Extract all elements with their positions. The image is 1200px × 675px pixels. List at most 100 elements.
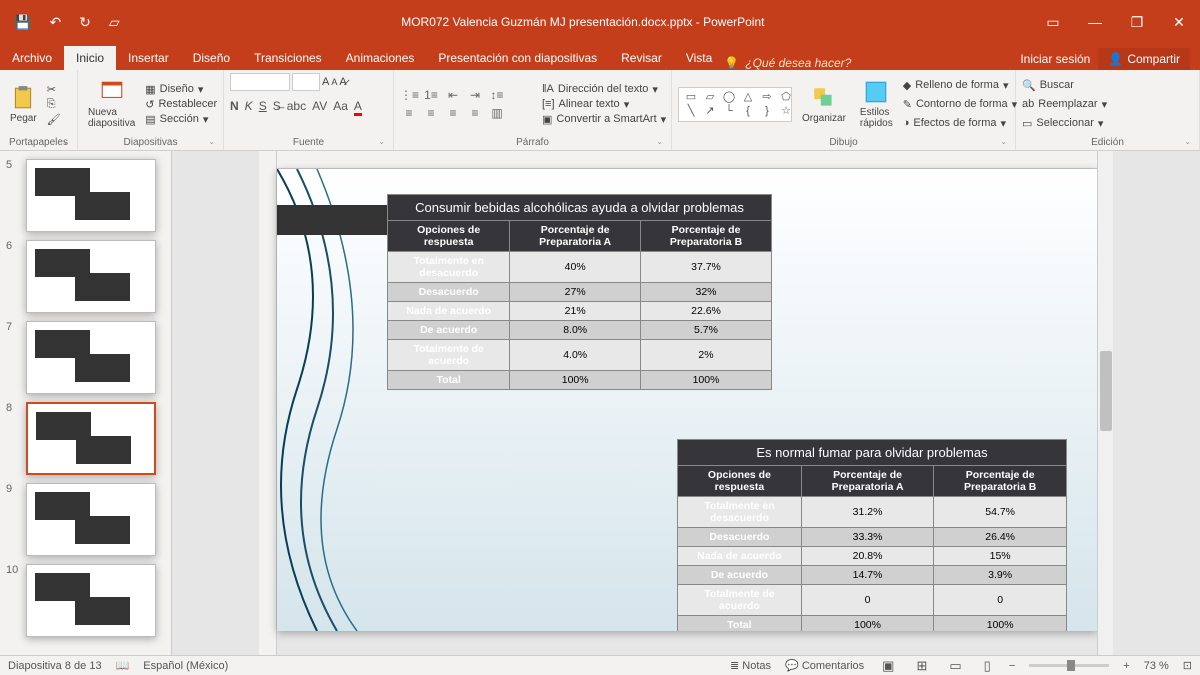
thumbnail-slide-7[interactable]: 7 <box>0 317 171 398</box>
minimize-icon[interactable]: — <box>1074 14 1116 31</box>
group-edicion: 🔍Buscar abReemplazar ▾ ▭Seleccionar ▾ Ed… <box>1016 70 1200 150</box>
save-icon[interactable]: 💾 <box>14 14 31 31</box>
reset-button[interactable]: ↺Restablecer <box>145 98 217 111</box>
underline-button[interactable]: S <box>259 99 267 113</box>
font-size-input[interactable] <box>292 73 320 91</box>
tab-revisar[interactable]: Revisar <box>609 46 674 70</box>
bullets-icon[interactable]: ⋮≡ <box>400 88 418 102</box>
sorter-view-icon[interactable]: ⊞ <box>912 658 931 674</box>
tab-insertar[interactable]: Insertar <box>116 46 181 70</box>
strike-button[interactable]: S̶ <box>273 99 281 113</box>
grow-font-icon[interactable]: A <box>322 76 329 88</box>
status-bar: Diapositiva 8 de 13 📖 Español (México) ≣… <box>0 655 1200 675</box>
tab-animaciones[interactable]: Animaciones <box>334 46 427 70</box>
table-smoking[interactable]: Es normal fumar para olvidar problemasOp… <box>677 439 1067 631</box>
case-button[interactable]: Aa <box>333 99 348 113</box>
share-button[interactable]: 👤 Compartir <box>1098 48 1190 70</box>
spellcheck-icon[interactable]: 📖 <box>116 659 130 672</box>
slide-thumbnails-panel[interactable]: 5 6 7 8 <box>0 151 172 655</box>
align-right-icon[interactable]: ≡ <box>444 106 462 120</box>
tab-archivo[interactable]: Archivo <box>0 46 64 70</box>
font-color-button[interactable]: A <box>354 99 362 113</box>
shapes-gallery[interactable]: ▭▱◯△⇨⬠ ╲↗└{}☆ <box>678 87 792 122</box>
shrink-font-icon[interactable]: A <box>331 77 337 87</box>
shape-effects-button[interactable]: ◑Efectos de forma ▾ <box>903 117 1017 130</box>
smartart-button[interactable]: ▣Convertir a SmartArt ▾ <box>542 113 666 126</box>
new-slide-button[interactable]: Nueva diapositiva <box>84 77 139 131</box>
redo-icon[interactable]: ↻ <box>79 14 91 31</box>
tab-transiciones[interactable]: Transiciones <box>242 46 334 70</box>
shadow-button[interactable]: abc <box>287 99 306 113</box>
line-spacing-icon[interactable]: ↕≡ <box>488 88 506 102</box>
increase-indent-icon[interactable]: ⇥ <box>466 88 484 102</box>
tab-inicio[interactable]: Inicio <box>64 46 116 70</box>
select-button[interactable]: ▭Seleccionar ▾ <box>1022 117 1107 130</box>
thumbnail-slide-5[interactable]: 5 <box>0 155 171 236</box>
slideshow-view-icon[interactable]: ▯ <box>980 658 995 674</box>
group-portapapeles: Pegar ✂ ⎘ 🖌 Portapapeles <box>0 70 78 150</box>
tellme-input[interactable] <box>745 56 905 70</box>
format-painter-button[interactable]: 🖌 <box>47 113 61 126</box>
thumbnail-slide-9[interactable]: 9 <box>0 479 171 560</box>
smartart-icon: ▣ <box>542 113 552 126</box>
tab-diseno[interactable]: Diseño <box>181 46 242 70</box>
bold-button[interactable]: N <box>230 99 239 113</box>
cut-button[interactable]: ✂ <box>47 83 61 96</box>
thumbnail-slide-6[interactable]: 6 <box>0 236 171 317</box>
textdir-icon: ‖A <box>542 83 554 95</box>
zoom-in-icon[interactable]: + <box>1123 660 1129 672</box>
normal-view-icon[interactable]: ▣ <box>878 658 898 674</box>
copy-button[interactable]: ⎘ <box>47 98 61 111</box>
table-alcohol[interactable]: Consumir bebidas alcohólicas ayuda a olv… <box>387 194 772 390</box>
signin-link[interactable]: Iniciar sesión <box>1020 52 1090 66</box>
layout-button[interactable]: ▦Diseño ▾ <box>145 83 217 96</box>
arrow-shape[interactable] <box>277 205 387 235</box>
zoom-out-icon[interactable]: − <box>1009 660 1015 672</box>
align-center-icon[interactable]: ≡ <box>422 106 440 120</box>
restore-icon[interactable]: ❐ <box>1116 14 1158 31</box>
text-direction-button[interactable]: ‖ADirección del texto ▾ <box>542 83 666 96</box>
numbering-icon[interactable]: 1≡ <box>422 88 440 102</box>
align-left-icon[interactable]: ≡ <box>400 106 418 120</box>
reading-view-icon[interactable]: ▭ <box>945 658 965 674</box>
fit-to-window-icon[interactable]: ⊡ <box>1183 659 1192 672</box>
section-button[interactable]: ▤Sección ▾ <box>145 113 217 126</box>
zoom-level[interactable]: 73 % <box>1144 660 1169 672</box>
shape-fill-button[interactable]: ◆Relleno de forma ▾ <box>903 79 1017 92</box>
notes-button[interactable]: ≣ Notas <box>730 659 771 672</box>
align-text-button[interactable]: [≡]Alinear texto ▾ <box>542 98 666 111</box>
vertical-scrollbar[interactable] <box>1097 151 1113 655</box>
ribbon: Pegar ✂ ⎘ 🖌 Portapapeles Nueva diapositi… <box>0 70 1200 151</box>
tab-presentacion[interactable]: Presentación con diapositivas <box>426 46 609 70</box>
decrease-indent-icon[interactable]: ⇤ <box>444 88 462 102</box>
tellme-search[interactable]: 💡 <box>724 56 905 70</box>
ribbon-display-icon[interactable]: ▭ <box>1032 14 1074 31</box>
thumbnail-slide-8[interactable]: 8 <box>0 398 171 479</box>
tab-vista[interactable]: Vista <box>674 46 724 70</box>
quick-styles-button[interactable]: Estilos rápidos <box>856 77 897 131</box>
columns-icon[interactable]: ▥ <box>488 106 506 120</box>
shape-outline-button[interactable]: ✎Contorno de forma ▾ <box>903 98 1017 111</box>
font-family-input[interactable] <box>230 73 290 91</box>
justify-icon[interactable]: ≡ <box>466 106 484 120</box>
scissors-icon: ✂ <box>47 83 56 96</box>
undo-icon[interactable]: ↶ <box>49 14 61 31</box>
start-slideshow-icon[interactable]: ▱ <box>109 14 120 31</box>
slide-editor: Consumir bebidas alcohólicas ayuda a olv… <box>172 151 1200 655</box>
arrange-button[interactable]: Organizar <box>798 83 850 126</box>
language-indicator[interactable]: Español (México) <box>143 660 228 672</box>
horizontal-ruler <box>277 151 1097 169</box>
thumbnail-slide-10[interactable]: 10 <box>0 560 171 641</box>
paste-button[interactable]: Pegar <box>6 83 41 126</box>
comments-button[interactable]: 💬 Comentarios <box>785 659 864 672</box>
italic-button[interactable]: K <box>245 99 253 113</box>
find-button[interactable]: 🔍Buscar <box>1022 79 1107 92</box>
current-slide[interactable]: Consumir bebidas alcohólicas ayuda a olv… <box>277 169 1097 631</box>
close-icon[interactable]: ✕ <box>1158 14 1200 31</box>
spacing-button[interactable]: AV <box>312 99 327 113</box>
replace-button[interactable]: abReemplazar ▾ <box>1022 98 1107 111</box>
clear-format-icon[interactable]: A̷ <box>339 76 346 88</box>
slide-counter[interactable]: Diapositiva 8 de 13 <box>8 660 102 672</box>
layout-icon: ▦ <box>145 83 155 96</box>
zoom-slider[interactable] <box>1029 664 1109 667</box>
